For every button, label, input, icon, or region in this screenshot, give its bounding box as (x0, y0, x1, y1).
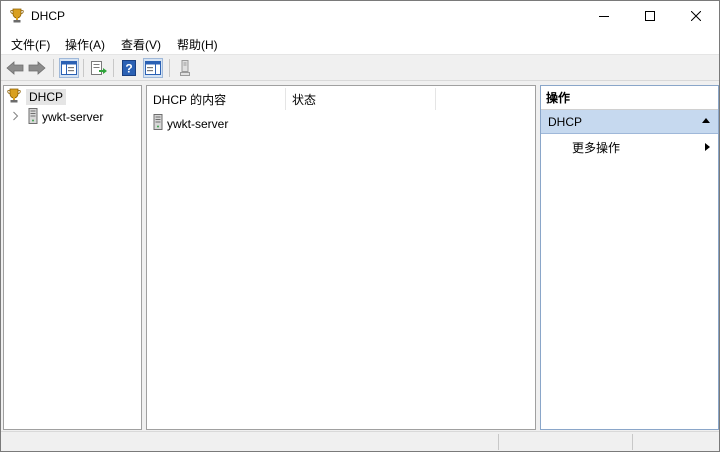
close-icon (691, 11, 701, 21)
column-header-status-label: 状态 (292, 92, 317, 107)
tree-root-label: DHCP (26, 89, 67, 105)
column-header-contents[interactable]: DHCP 的内容 (147, 88, 286, 110)
back-arrow-icon (6, 61, 24, 75)
dhcp-app-icon (9, 8, 25, 24)
menu-action[interactable]: 操作(A) (65, 36, 105, 53)
actions-section-dhcp[interactable]: DHCP (541, 110, 718, 134)
maximize-icon (645, 11, 655, 21)
column-header-status[interactable]: 状态 (286, 88, 436, 110)
actions-pane-title: 操作 (541, 86, 718, 110)
results-pane: DHCP 的内容 状态 ywkt-server (146, 85, 536, 430)
action-pane-icon (145, 61, 161, 75)
menu-bar: 文件(F) 操作(A) 查看(V) 帮助(H) (1, 31, 719, 55)
menu-help[interactable]: 帮助(H) (177, 36, 218, 53)
forward-button[interactable] (27, 58, 47, 78)
show-hide-action-pane-button[interactable] (143, 58, 163, 78)
chevron-right-icon[interactable] (12, 110, 20, 124)
tree-item-label: ywkt-server (42, 110, 104, 124)
list-item[interactable]: ywkt-server (153, 114, 228, 133)
export-list-button[interactable] (89, 58, 109, 78)
maximize-button[interactable] (627, 1, 673, 31)
status-cell (498, 434, 632, 450)
export-list-icon (91, 61, 107, 75)
help-button[interactable]: ? (119, 58, 139, 78)
server-grey-icon (180, 60, 190, 76)
close-button[interactable] (673, 1, 719, 31)
minimize-icon (599, 16, 609, 17)
actions-pane: 操作 DHCP 更多操作 (540, 85, 719, 430)
minimize-button[interactable] (581, 1, 627, 31)
console-tree-pane: DHCP ywkt-server (3, 85, 142, 430)
window-title: DHCP (31, 9, 66, 23)
action-more-actions-label: 更多操作 (572, 140, 621, 155)
collapse-caret-icon[interactable] (702, 118, 710, 123)
back-button[interactable] (5, 58, 25, 78)
server-icon (153, 114, 163, 133)
menu-file[interactable]: 文件(F) (11, 36, 50, 53)
submenu-arrow-icon (705, 143, 710, 151)
dhcp-window: DHCP 文件(F) 操作(A) 查看(V) 帮助(H) ? DHCP ywkt… (0, 0, 720, 452)
column-header-contents-label: DHCP 的内容 (153, 92, 227, 107)
menu-view[interactable]: 查看(V) (121, 36, 161, 53)
show-hide-console-tree-button[interactable] (59, 58, 79, 78)
toolbar: ? (1, 55, 719, 81)
dhcp-icon (6, 88, 22, 107)
tree-root-dhcp[interactable]: DHCP (6, 88, 67, 107)
title-bar[interactable]: DHCP (1, 1, 719, 31)
forward-arrow-icon (28, 61, 46, 75)
server-icon (28, 107, 38, 127)
actions-section-label: DHCP (548, 114, 583, 129)
status-cell (632, 434, 718, 450)
list-item-name: ywkt-server (167, 116, 229, 131)
server-properties-button[interactable] (175, 58, 195, 78)
console-tree-icon (61, 61, 77, 75)
help-icon: ? (122, 60, 136, 76)
status-bar (1, 431, 719, 451)
action-more-actions[interactable]: 更多操作 (572, 138, 718, 156)
svg-text:?: ? (125, 62, 132, 76)
tree-item-server[interactable]: ywkt-server (12, 107, 104, 127)
